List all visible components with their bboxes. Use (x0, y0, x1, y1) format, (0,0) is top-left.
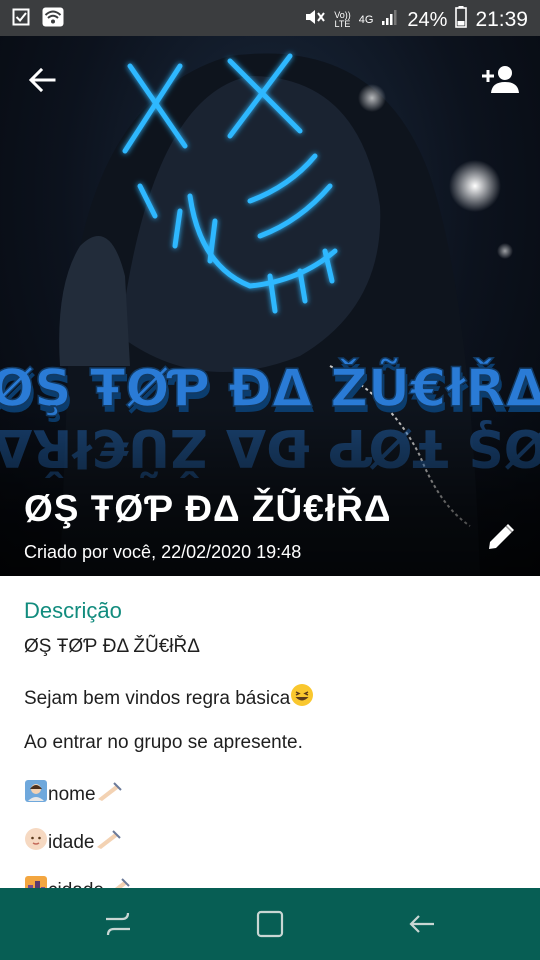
navigation-bar (0, 888, 540, 960)
battery-icon (455, 6, 468, 34)
back-nav-button[interactable] (406, 908, 438, 940)
volte-indicator: Vo)) LTE (334, 10, 351, 29)
description-text: ØŞ ŦØƤ ĐΔ ŽŨ€łŘΔ Sejam bem vindos regra … (24, 635, 514, 888)
group-title: ØŞ ŦØƤ ĐΔ ŽŨ€łŘΔ (24, 488, 392, 529)
battery-percent: 24% (407, 8, 448, 31)
group-header-image[interactable]: ØŞ ŦØƤ ĐΔ ŽŨ€łŘΔ ØŞ ŦØƤ ĐΔ ŽŨ€łŘΔ ØŞ ŦØƤ… (0, 36, 540, 576)
person-add-icon (482, 66, 519, 93)
writing-hand-emoji (104, 877, 130, 888)
person-raising-hand-emoji (24, 779, 48, 810)
wifi-icon (42, 7, 64, 32)
baby-face-emoji (24, 827, 48, 858)
description-line: idade (24, 827, 514, 875)
pencil-icon (489, 524, 514, 549)
description-line: nome (24, 779, 514, 827)
recent-apps-icon (106, 912, 130, 936)
recent-apps-button[interactable] (102, 908, 134, 940)
status-bar: Vo)) LTE 4G 24% 21:39 (0, 0, 540, 36)
mute-icon (304, 7, 326, 33)
home-icon (256, 910, 284, 938)
description-line: Ao entrar no grupo se apresente. (24, 732, 303, 753)
grinning-face-emoji (290, 683, 314, 714)
signal-icon (381, 8, 399, 32)
arrow-back-icon (28, 67, 56, 93)
description-line: cidade (24, 875, 514, 888)
group-created-info: Criado por você, 22/02/2020 19:48 (24, 542, 302, 562)
clock: 21:39 (475, 8, 528, 31)
writing-hand-emoji (96, 781, 122, 810)
network-type-label: 4G (358, 14, 374, 26)
edit-group-button[interactable] (484, 518, 520, 554)
home-button[interactable] (254, 908, 286, 940)
description-section[interactable]: Descrição ØŞ ŦØƤ ĐΔ ŽŨ€łŘΔ Sejam bem vin… (0, 576, 540, 888)
cityscape-emoji (24, 875, 48, 888)
back-button[interactable] (24, 62, 60, 98)
writing-hand-emoji (95, 829, 121, 858)
add-participant-button[interactable] (480, 62, 520, 98)
description-heading: Descrição (24, 598, 122, 623)
description-line: Sejam bem vindos regra básica (24, 683, 514, 731)
back-nav-icon (409, 915, 434, 933)
description-line: ØŞ ŦØƤ ĐΔ ŽŨ€łŘΔ (24, 636, 200, 657)
checkbox-notification-icon (12, 8, 30, 31)
